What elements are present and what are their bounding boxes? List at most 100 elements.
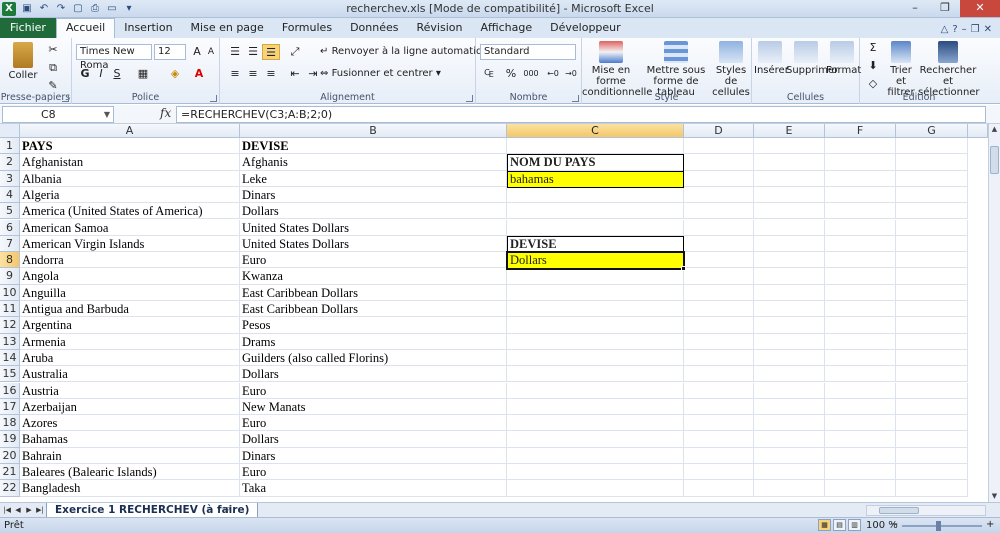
cell-d5[interactable] [684,203,754,220]
insert-cells-button[interactable]: Insérer [754,41,789,76]
customize-toolbar-icon[interactable]: ▾ [122,2,136,16]
tab-accueil[interactable]: Accueil [55,18,116,38]
cell-f1[interactable] [825,138,896,155]
cell-e13[interactable] [754,333,825,350]
scroll-up-icon[interactable]: ▲ [989,124,1000,135]
cell-f22[interactable] [825,480,896,497]
thousands-separator-button[interactable]: 000 [520,66,542,82]
cell-e7[interactable] [754,235,825,253]
row-header-4[interactable]: 4 [0,186,20,204]
cell-b22[interactable]: Taka [240,480,507,497]
cell-f13[interactable] [825,333,896,350]
cell-f21[interactable] [825,464,896,481]
column-header-c[interactable]: C [507,124,684,138]
cell-b21[interactable]: Euro [240,464,507,481]
cell-a10[interactable]: Anguilla [20,284,240,301]
cell-c9[interactable] [507,268,684,285]
column-header-g[interactable]: G [896,124,968,138]
cell-e8[interactable] [754,252,825,269]
cell-d1[interactable] [684,138,754,155]
cell-d14[interactable] [684,349,754,367]
cell-f3[interactable] [825,170,896,187]
cell-g22[interactable] [896,480,968,497]
decrease-decimal-icon[interactable]: →0 [562,66,580,82]
cell-c11[interactable] [507,301,684,318]
fill-handle[interactable] [681,266,686,272]
cell-a13[interactable]: Armenia [20,333,240,350]
row-header-2[interactable]: 2 [0,154,20,171]
font-name-select[interactable]: Times New Roma [76,44,152,71]
cell-c15[interactable] [507,366,684,383]
cell-d4[interactable] [684,186,754,204]
cell-c16[interactable] [507,382,684,399]
cell-f15[interactable] [825,366,896,383]
row-header-15[interactable]: 15 [0,366,20,383]
row-header-20[interactable]: 20 [0,447,20,464]
align-top-icon[interactable]: ☰ [226,44,244,60]
cell-e15[interactable] [754,366,825,383]
minimize-button[interactable]: – [900,0,930,17]
cell-d20[interactable] [684,447,754,464]
cell-a17[interactable]: Azerbaijan [20,398,240,416]
cell-e18[interactable] [754,415,825,432]
cell-f7[interactable] [825,235,896,253]
cell-a9[interactable]: Angola [20,268,240,285]
font-size-select[interactable]: 12 [154,44,186,60]
cell-e11[interactable] [754,301,825,318]
cell-c10[interactable] [507,284,684,301]
cell-f20[interactable] [825,447,896,464]
cell-g6[interactable] [896,219,968,236]
cell-d18[interactable] [684,415,754,432]
cell-g3[interactable] [896,170,968,187]
cell-b14[interactable]: Guilders (also called Florins) [240,349,507,367]
country-input-cell[interactable]: bahamas [507,170,684,188]
cell-b10[interactable]: East Caribbean Dollars [240,284,507,301]
cell-c12[interactable] [507,317,684,334]
number-launcher-icon[interactable] [572,95,579,102]
find-select-button[interactable]: Rechercher et sélectionner [918,41,980,98]
workbook-minimize-icon[interactable]: – [962,24,967,35]
cell-g8[interactable] [896,252,968,269]
cell-a16[interactable]: Austria [20,382,240,399]
cell-e21[interactable] [754,464,825,481]
currency-format-icon[interactable]: ₠ [480,66,498,82]
cell-c18[interactable] [507,415,684,432]
cell-b20[interactable]: Dinars [240,447,507,464]
cell-c1[interactable] [507,138,684,155]
row-header-18[interactable]: 18 [0,415,20,432]
formula-input[interactable]: =RECHERCHEV(C3;A:B;2;0) [176,106,986,123]
cell-d15[interactable] [684,366,754,383]
first-sheet-icon[interactable]: |◀ [2,504,12,516]
cell-c19[interactable] [507,431,684,448]
cell-e10[interactable] [754,284,825,301]
cell-b3[interactable]: Leke [240,170,507,187]
cell-e9[interactable] [754,268,825,285]
vertical-scroll-thumb[interactable] [990,146,999,174]
tab-mise-en-page[interactable]: Mise en page [182,19,273,38]
font-color-icon[interactable]: A [190,66,208,82]
orientation-icon[interactable]: ⤢ [286,44,304,60]
help-icon[interactable]: ? [952,24,957,35]
row-header-14[interactable]: 14 [0,349,20,367]
autosum-icon[interactable]: Σ [864,40,882,56]
cell-a2[interactable]: Afghanistan [20,154,240,171]
cell-f4[interactable] [825,186,896,204]
cell-g15[interactable] [896,366,968,383]
cell-b8[interactable]: Euro [240,252,507,269]
close-button[interactable]: ✕ [960,0,1000,17]
select-all-corner[interactable] [0,124,20,138]
cell-a14[interactable]: Aruba [20,349,240,367]
cell-d11[interactable] [684,301,754,318]
cell-f11[interactable] [825,301,896,318]
last-sheet-icon[interactable]: ▶| [35,504,45,516]
cell-g13[interactable] [896,333,968,350]
cell-b5[interactable]: Dollars [240,203,507,220]
cell-g21[interactable] [896,464,968,481]
cell-g2[interactable] [896,154,968,171]
cell-c20[interactable] [507,447,684,464]
cell-b15[interactable]: Dollars [240,366,507,383]
cell-c13[interactable] [507,333,684,350]
cell-b19[interactable]: Dollars [240,431,507,448]
merge-center-button[interactable]: ⇔ Fusionner et centrer ▾ [320,68,441,79]
cell-d22[interactable] [684,480,754,497]
